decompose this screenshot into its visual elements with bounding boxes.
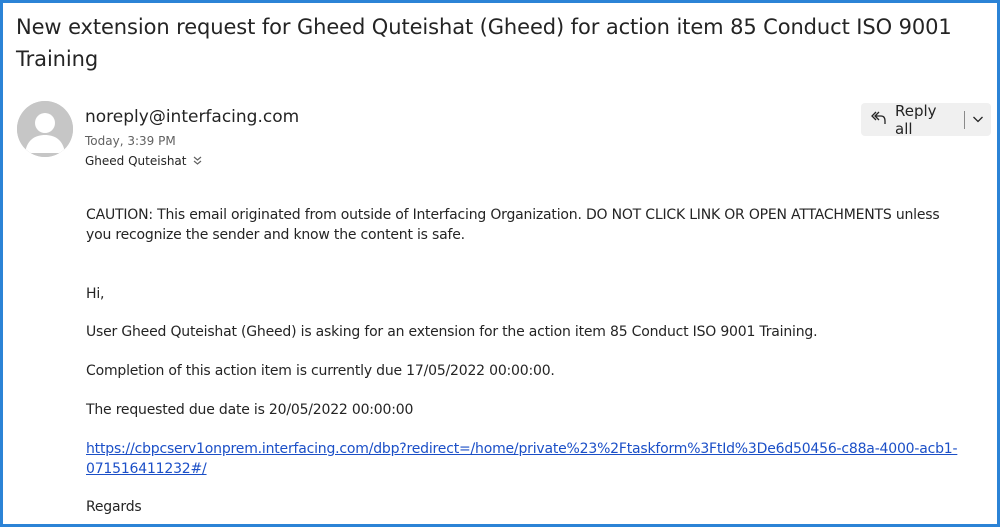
person-silhouette-icon	[17, 101, 73, 157]
double-chevron-down-icon[interactable]	[193, 155, 202, 168]
recipient-line[interactable]: Gheed Quteishat	[85, 154, 202, 168]
task-link[interactable]: https://cbpcserv1onprem.interfacing.com/…	[86, 441, 958, 477]
received-time: Today, 3:39 PM	[85, 134, 176, 148]
caution-banner-text: CAUTION: This email originated from outs…	[86, 207, 940, 243]
reply-all-label: Reply all	[895, 101, 937, 138]
link-paragraph: https://cbpcserv1onprem.interfacing.com/…	[86, 439, 966, 479]
requested-due-text: The requested due date is 20/05/2022 00:…	[86, 402, 414, 418]
request-text: User Gheed Quteishat (Gheed) is asking f…	[86, 324, 818, 340]
reply-options-button[interactable]	[965, 103, 991, 136]
greeting-text: Hi,	[86, 286, 105, 302]
reply-all-button[interactable]: Reply all	[861, 101, 964, 138]
recipient-name[interactable]: Gheed Quteishat	[85, 154, 187, 168]
closing-text: Regards	[86, 499, 142, 515]
email-reading-pane: New extension request for Gheed Quteisha…	[0, 0, 1000, 527]
current-due-text: Completion of this action item is curren…	[86, 363, 555, 379]
email-subject: New extension request for Gheed Quteisha…	[16, 15, 952, 71]
sender-address[interactable]: noreply@interfacing.com	[85, 107, 299, 127]
reply-all-icon	[869, 109, 887, 131]
sender-avatar	[17, 101, 73, 157]
chevron-down-icon	[972, 111, 984, 129]
reply-all-split-button: Reply all	[861, 101, 991, 138]
